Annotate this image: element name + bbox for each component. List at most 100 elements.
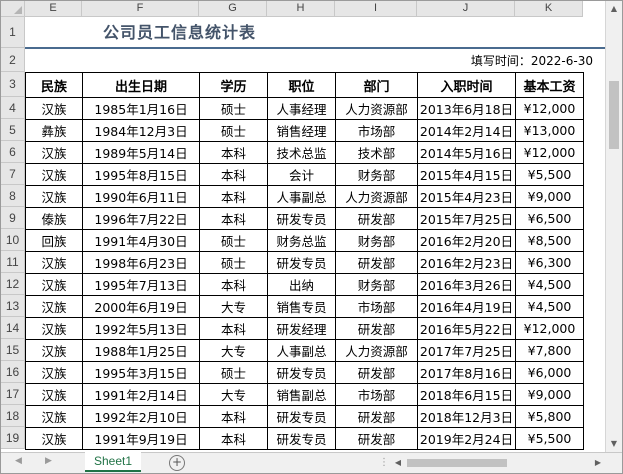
scroll-left-arrow-icon[interactable]: ◀ bbox=[391, 455, 405, 471]
sheet-tab-sheet1[interactable]: Sheet1 bbox=[85, 452, 141, 472]
table-cell[interactable]: 1991年4月30日 bbox=[82, 229, 200, 252]
table-cell[interactable]: 研发专员 bbox=[267, 427, 336, 450]
table-cell[interactable]: 汉族 bbox=[25, 163, 83, 186]
column-header[interactable]: J bbox=[417, 1, 515, 17]
row-header[interactable]: 5 bbox=[1, 119, 25, 141]
table-cell[interactable]: 2000年6月19日 bbox=[82, 295, 200, 318]
row-header[interactable]: 14 bbox=[1, 317, 25, 339]
table-header-cell[interactable]: 出生日期 bbox=[82, 72, 200, 98]
table-cell[interactable]: 本科 bbox=[199, 141, 268, 164]
vertical-scrollbar[interactable]: ▲ ▼ bbox=[605, 1, 622, 452]
table-cell[interactable]: 研发部 bbox=[335, 317, 418, 340]
table-cell[interactable]: ¥8,500 bbox=[515, 229, 584, 252]
table-cell[interactable]: 2016年2月20日 bbox=[417, 229, 516, 252]
column-header[interactable]: K bbox=[515, 1, 583, 17]
table-cell[interactable]: 硕士 bbox=[199, 251, 268, 274]
table-cell[interactable]: 财务总监 bbox=[267, 229, 336, 252]
table-cell[interactable]: 汉族 bbox=[25, 97, 83, 120]
table-cell[interactable]: 2019年2月24日 bbox=[417, 427, 516, 450]
table-cell[interactable]: 人力资源部 bbox=[335, 97, 418, 120]
table-cell[interactable]: 会计 bbox=[267, 163, 336, 186]
table-cell[interactable]: 汉族 bbox=[25, 361, 83, 384]
table-cell[interactable]: 汉族 bbox=[25, 317, 83, 340]
column-header[interactable]: E bbox=[25, 1, 82, 17]
table-cell[interactable]: 研发部 bbox=[335, 251, 418, 274]
sheet-title[interactable]: 公司员工信息统计表 bbox=[103, 17, 256, 48]
table-cell[interactable]: 财务部 bbox=[335, 273, 418, 296]
table-cell[interactable]: 汉族 bbox=[25, 185, 83, 208]
table-cell[interactable]: 研发专员 bbox=[267, 207, 336, 230]
table-header-cell[interactable]: 入职时间 bbox=[417, 72, 516, 98]
table-cell[interactable]: 研发部 bbox=[335, 427, 418, 450]
table-cell[interactable]: 1995年3月15日 bbox=[82, 361, 200, 384]
scroll-right-arrow-icon[interactable]: ▶ bbox=[591, 455, 605, 471]
table-cell[interactable]: 硕士 bbox=[199, 119, 268, 142]
table-header-cell[interactable]: 学历 bbox=[199, 72, 268, 98]
table-cell[interactable]: 人事经理 bbox=[267, 97, 336, 120]
row-header[interactable]: 19 bbox=[1, 427, 25, 449]
table-cell[interactable]: 2016年3月26日 bbox=[417, 273, 516, 296]
row-header[interactable]: 2 bbox=[1, 48, 25, 72]
table-cell[interactable]: 硕士 bbox=[199, 97, 268, 120]
scroll-up-arrow-icon[interactable]: ▲ bbox=[606, 1, 622, 17]
table-cell[interactable]: ¥12,000 bbox=[515, 97, 584, 120]
table-cell[interactable]: ¥13,000 bbox=[515, 119, 584, 142]
table-cell[interactable]: 本科 bbox=[199, 317, 268, 340]
row-header[interactable]: 13 bbox=[1, 295, 25, 317]
tab-splitter-handle[interactable]: ⋮ bbox=[379, 457, 390, 468]
table-cell[interactable]: 2016年2月23日 bbox=[417, 251, 516, 274]
row-header[interactable]: 11 bbox=[1, 251, 25, 273]
table-cell[interactable]: 大专 bbox=[199, 339, 268, 362]
table-cell[interactable]: 人事副总 bbox=[267, 185, 336, 208]
table-cell[interactable]: 人事副总 bbox=[267, 339, 336, 362]
table-cell[interactable]: 市场部 bbox=[335, 383, 418, 406]
table-cell[interactable]: 汉族 bbox=[25, 251, 83, 274]
table-cell[interactable]: ¥5,500 bbox=[515, 163, 584, 186]
table-cell[interactable]: 汉族 bbox=[25, 273, 83, 296]
table-cell[interactable]: 财务部 bbox=[335, 163, 418, 186]
table-cell[interactable]: 市场部 bbox=[335, 295, 418, 318]
table-cell[interactable]: 硕士 bbox=[199, 361, 268, 384]
row-header[interactable]: 4 bbox=[1, 97, 25, 119]
scroll-down-arrow-icon[interactable]: ▼ bbox=[606, 436, 622, 452]
column-header[interactable]: I bbox=[335, 1, 417, 17]
table-cell[interactable]: 1991年9月19日 bbox=[82, 427, 200, 450]
table-cell[interactable]: 1995年8月15日 bbox=[82, 163, 200, 186]
fill-date-cell[interactable]: 填写时间：2022-6-30 bbox=[471, 51, 593, 71]
table-cell[interactable]: 人力资源部 bbox=[335, 339, 418, 362]
table-cell[interactable]: 1989年5月14日 bbox=[82, 141, 200, 164]
table-cell[interactable]: 1988年1月25日 bbox=[82, 339, 200, 362]
row-header[interactable]: 18 bbox=[1, 405, 25, 427]
table-cell[interactable]: 汉族 bbox=[25, 141, 83, 164]
table-cell[interactable]: ¥6,000 bbox=[515, 361, 584, 384]
next-sheet-arrow-icon[interactable]: ▶ bbox=[45, 456, 52, 466]
table-cell[interactable]: 2014年5月16日 bbox=[417, 141, 516, 164]
table-cell[interactable]: 2017年7月25日 bbox=[417, 339, 516, 362]
row-header[interactable]: 8 bbox=[1, 185, 25, 207]
table-cell[interactable]: 彝族 bbox=[25, 119, 83, 142]
table-cell[interactable]: ¥9,000 bbox=[515, 185, 584, 208]
table-cell[interactable]: 1998年6月23日 bbox=[82, 251, 200, 274]
table-cell[interactable]: 技术总监 bbox=[267, 141, 336, 164]
table-cell[interactable]: ¥4,500 bbox=[515, 295, 584, 318]
table-cell[interactable]: 研发部 bbox=[335, 361, 418, 384]
row-header[interactable]: 6 bbox=[1, 141, 25, 163]
table-cell[interactable]: ¥6,300 bbox=[515, 251, 584, 274]
table-cell[interactable]: 销售专员 bbox=[267, 295, 336, 318]
table-cell[interactable]: 2017年8月16日 bbox=[417, 361, 516, 384]
table-cell[interactable]: 2018年12月3日 bbox=[417, 405, 516, 428]
horizontal-scrollbar[interactable]: ◀ ▶ bbox=[391, 455, 605, 471]
table-cell[interactable]: 2015年7月25日 bbox=[417, 207, 516, 230]
table-cell[interactable]: 1990年6月11日 bbox=[82, 185, 200, 208]
table-cell[interactable]: ¥4,500 bbox=[515, 273, 584, 296]
vertical-scroll-thumb[interactable] bbox=[609, 81, 619, 149]
column-header[interactable]: H bbox=[267, 1, 335, 17]
table-cell[interactable]: 汉族 bbox=[25, 427, 83, 450]
row-header[interactable]: 10 bbox=[1, 229, 25, 251]
table-cell[interactable]: 2014年2月14日 bbox=[417, 119, 516, 142]
table-cell[interactable]: 汉族 bbox=[25, 339, 83, 362]
row-header[interactable]: 12 bbox=[1, 273, 25, 295]
table-cell[interactable]: 研发专员 bbox=[267, 405, 336, 428]
table-cell[interactable]: 研发部 bbox=[335, 405, 418, 428]
select-all-corner[interactable] bbox=[1, 1, 25, 17]
